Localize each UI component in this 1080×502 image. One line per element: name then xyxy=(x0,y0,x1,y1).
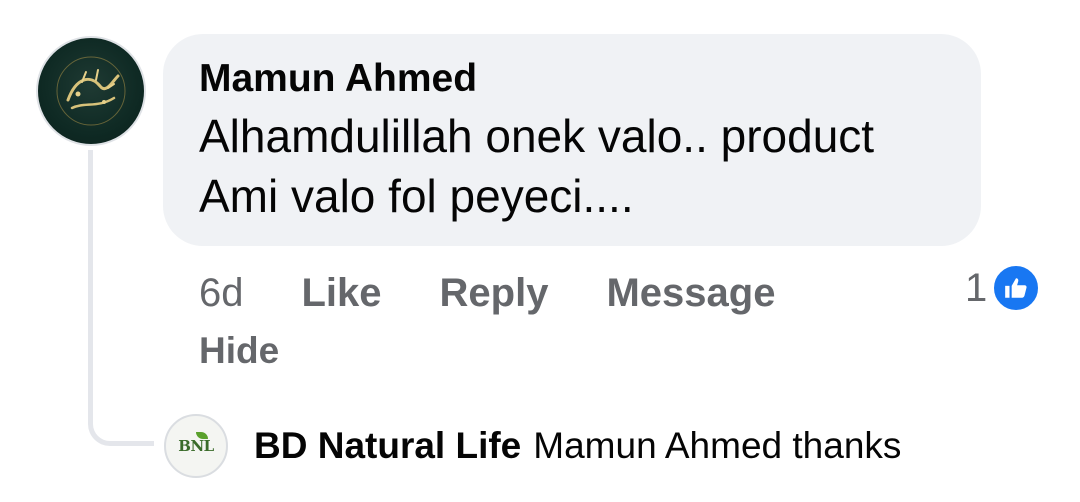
comment-text-line-2: Ami valo fol peyeci.... xyxy=(199,170,634,222)
reply-avatar[interactable]: BNL xyxy=(164,414,228,478)
comment-bubble: Mamun Ahmed Alhamdulillah onek valo.. pr… xyxy=(163,34,981,246)
message-button[interactable]: Message xyxy=(606,271,775,316)
reaction-summary[interactable]: 1 xyxy=(965,263,1042,313)
reply-comment: BNL BD Natural Life Mamun Ahmed thanks xyxy=(164,414,901,478)
calligraphy-emblem-icon xyxy=(56,56,126,126)
reply-author-name[interactable]: BD Natural Life xyxy=(254,425,521,467)
hide-button[interactable]: Hide xyxy=(199,330,279,372)
thread-connector-line xyxy=(88,150,154,446)
comment-timestamp[interactable]: 6d xyxy=(199,271,244,316)
like-button[interactable]: Like xyxy=(302,271,382,316)
like-thumb-icon xyxy=(991,263,1042,313)
reaction-count: 1 xyxy=(965,265,988,310)
reply-text: Mamun Ahmed thanks xyxy=(533,425,902,466)
comment-actions: 6d Like Reply Message xyxy=(199,268,833,318)
comment-text-line-1: Alhamdulillah onek valo.. product xyxy=(199,110,875,162)
commenter-avatar[interactable] xyxy=(36,36,146,146)
comment-author-name[interactable]: Mamun Ahmed xyxy=(199,56,945,102)
reply-button[interactable]: Reply xyxy=(440,271,549,316)
reply-avatar-logo-text: BNL xyxy=(178,437,214,455)
